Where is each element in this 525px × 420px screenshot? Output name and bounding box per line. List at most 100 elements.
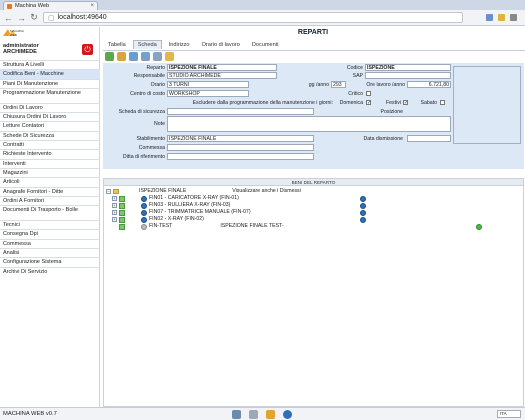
expand-icon[interactable]: +: [112, 217, 117, 222]
tab-orario[interactable]: Orario di lavoro: [197, 40, 245, 49]
menu-item-consegna-dpi[interactable]: Consegna Dpi: [0, 229, 100, 238]
menu-item-letture[interactable]: Letture Contatori: [0, 121, 100, 130]
stabilimento-select[interactable]: ISPEZIONE FINALE: [167, 135, 314, 142]
gg-anno-label: gg /anno: [308, 82, 329, 88]
collapse-icon[interactable]: −: [106, 189, 111, 194]
sabato-checkbox[interactable]: [440, 100, 445, 105]
sap-field[interactable]: [365, 72, 451, 79]
menu-item-configurazione[interactable]: Configurazione Sistema: [0, 257, 100, 266]
info-icon[interactable]: [360, 202, 366, 209]
posizione-label: Posizione: [380, 109, 404, 115]
reparto-field[interactable]: ISPEZIONE FINALE: [167, 64, 277, 71]
tab-scheda[interactable]: Scheda: [132, 40, 162, 49]
folder-icon[interactable]: [165, 52, 174, 61]
commessa-label: Commessa: [138, 145, 165, 151]
save-icon[interactable]: [129, 52, 138, 61]
domenica-checkbox[interactable]: ✓: [366, 100, 371, 106]
menu-item-codifica-beni[interactable]: Codifica Beni - Macchine: [0, 69, 100, 79]
ditta-field[interactable]: [167, 153, 314, 160]
add-icon[interactable]: [105, 52, 114, 61]
menu-item-documenti-trasporto[interactable]: Documenti Di Trasporto - Bolle: [0, 205, 100, 220]
help-icon[interactable]: [283, 410, 292, 419]
add-icon[interactable]: [476, 223, 482, 230]
main-menu: Struttura A Livelli Codifica Beni - Macc…: [0, 60, 100, 276]
star-icon[interactable]: [498, 14, 505, 21]
scheda-sicurezza-label: Scheda di sicurezza: [118, 109, 165, 115]
reload-icon[interactable]: ↻: [30, 12, 38, 23]
tools-icon[interactable]: [232, 410, 241, 419]
centro-costo-select[interactable]: WORKSHOP: [167, 90, 249, 97]
tab-indirizzo[interactable]: Indirizzo: [164, 40, 195, 49]
extension-icon[interactable]: [486, 14, 493, 21]
sidebar: MACHINA WEB administrator ARCHIMEDE ⏻ St…: [0, 27, 100, 407]
dismissione-field[interactable]: [407, 135, 451, 142]
machine-icon: [119, 195, 125, 202]
note-field[interactable]: [167, 116, 451, 132]
tree-test-row[interactable]: FIN-TEST ISPEZIONE FINALE TEST-: [106, 223, 521, 230]
menu-item-schede[interactable]: Schede Di Sicurezza: [0, 130, 100, 140]
festivi-checkbox[interactable]: ✓: [403, 100, 408, 106]
ore-anno-field[interactable]: 6.721,80: [407, 81, 451, 88]
warning-icon[interactable]: [266, 410, 275, 419]
menu-item-struttura[interactable]: Struttura A Livelli: [0, 60, 100, 69]
info-icon[interactable]: [360, 195, 366, 202]
show-dismissed-label[interactable]: Visualizzare anche i Dismessi: [232, 188, 301, 195]
close-tab-icon[interactable]: ×: [90, 3, 94, 9]
menu-item-commessa[interactable]: Commessa: [0, 238, 100, 248]
codice-field[interactable]: ISPEZIONE: [365, 64, 451, 71]
back-record-icon[interactable]: [117, 52, 126, 61]
stabilimento-label: Stabilimento: [136, 136, 165, 142]
scheda-sicurezza-field[interactable]: [167, 108, 314, 115]
menu-item-ordini-fornitori[interactable]: Ordini A Fornitori: [0, 195, 100, 205]
info-icon[interactable]: [360, 216, 366, 223]
forward-icon[interactable]: →: [17, 13, 26, 23]
tab-tabella[interactable]: Tabella: [103, 40, 131, 49]
browser-tab[interactable]: Machina Web ×: [3, 1, 98, 10]
menu-item-analisi[interactable]: Analisi: [0, 248, 100, 257]
document-icon[interactable]: [249, 410, 258, 419]
tree-root-row[interactable]: − ISPEZIONE FINALE Visualizzare anche i …: [106, 188, 521, 195]
expand-icon[interactable]: +: [112, 196, 117, 201]
logout-button[interactable]: ⏻: [82, 44, 93, 55]
menu-item-richieste[interactable]: Richieste Intervento: [0, 149, 100, 158]
critico-checkbox[interactable]: [366, 91, 371, 96]
menu-item-ordini-lavoro[interactable]: Ordini Di Lavoro: [0, 102, 100, 112]
image-panel[interactable]: [453, 66, 521, 144]
commessa-field[interactable]: [167, 144, 314, 151]
language-select[interactable]: ITA: [497, 410, 521, 418]
beni-tree-panel: BENI DEL REPARTO − ISPEZIONE FINALE Visu…: [103, 178, 524, 407]
menu-item-chiusura[interactable]: Chiusura Ordini Di Lavoro: [0, 112, 100, 121]
escludere-label: Escludere dalla programmazione della man…: [192, 100, 333, 106]
menu-item-anagrafe[interactable]: Anagrafe Fornitori - Ditte: [0, 186, 100, 196]
orario-select[interactable]: 3 TURNI: [167, 81, 249, 88]
tree-item-row[interactable]: + FIN02 - X-RAY (FIN-02): [106, 216, 521, 223]
tree-item-row[interactable]: + FIN03 - RULLIERA X-RAY (FIN-03): [106, 202, 521, 209]
gg-anno-field[interactable]: 293: [331, 81, 346, 88]
delete-icon[interactable]: [141, 52, 150, 61]
menu-icon[interactable]: [510, 14, 517, 21]
menu-item-programmazione[interactable]: Programmazione Manutenzione: [0, 87, 100, 103]
menu-item-piani[interactable]: Piani Di Manutenzione: [0, 78, 100, 88]
reparto-label: Reparto: [146, 65, 165, 71]
expand-icon[interactable]: +: [112, 203, 117, 208]
tree-item-label: FIN07 - TRIMMATRICE MANUALE (FIN-07): [149, 209, 251, 215]
menu-item-contratti[interactable]: Contratti: [0, 140, 100, 149]
menu-item-interventi[interactable]: Interventi: [0, 158, 100, 168]
tab-documenti[interactable]: Documenti: [247, 40, 284, 49]
menu-item-tecnici[interactable]: Tecnici: [0, 220, 100, 229]
tree-item-row[interactable]: + FIN07 - TRIMMATRICE MANUALE (FIN-07): [106, 209, 521, 216]
user-name: ARCHIMEDE: [3, 49, 37, 55]
expand-icon[interactable]: +: [112, 210, 117, 215]
menu-item-articoli[interactable]: Articoli: [0, 177, 100, 186]
search-icon[interactable]: [153, 52, 162, 61]
menu-item-magazzini[interactable]: Magazzini: [0, 167, 100, 177]
address-bar[interactable]: ▢ localhost:49640: [43, 12, 463, 23]
action-toolbar: [103, 50, 525, 62]
back-icon[interactable]: ←: [4, 13, 13, 23]
info-icon[interactable]: [360, 209, 366, 216]
orario-label: Orario: [150, 82, 165, 88]
menu-item-archivi[interactable]: Archivi Di Servizio: [0, 266, 100, 276]
tree-root-label: ISPEZIONE FINALE: [139, 188, 187, 194]
responsabile-field[interactable]: STUDIO ARCHIMEDE: [167, 72, 277, 79]
tree-item-row[interactable]: + FIN01 - CARICATORE X-RAY (FIN-01): [106, 195, 521, 202]
